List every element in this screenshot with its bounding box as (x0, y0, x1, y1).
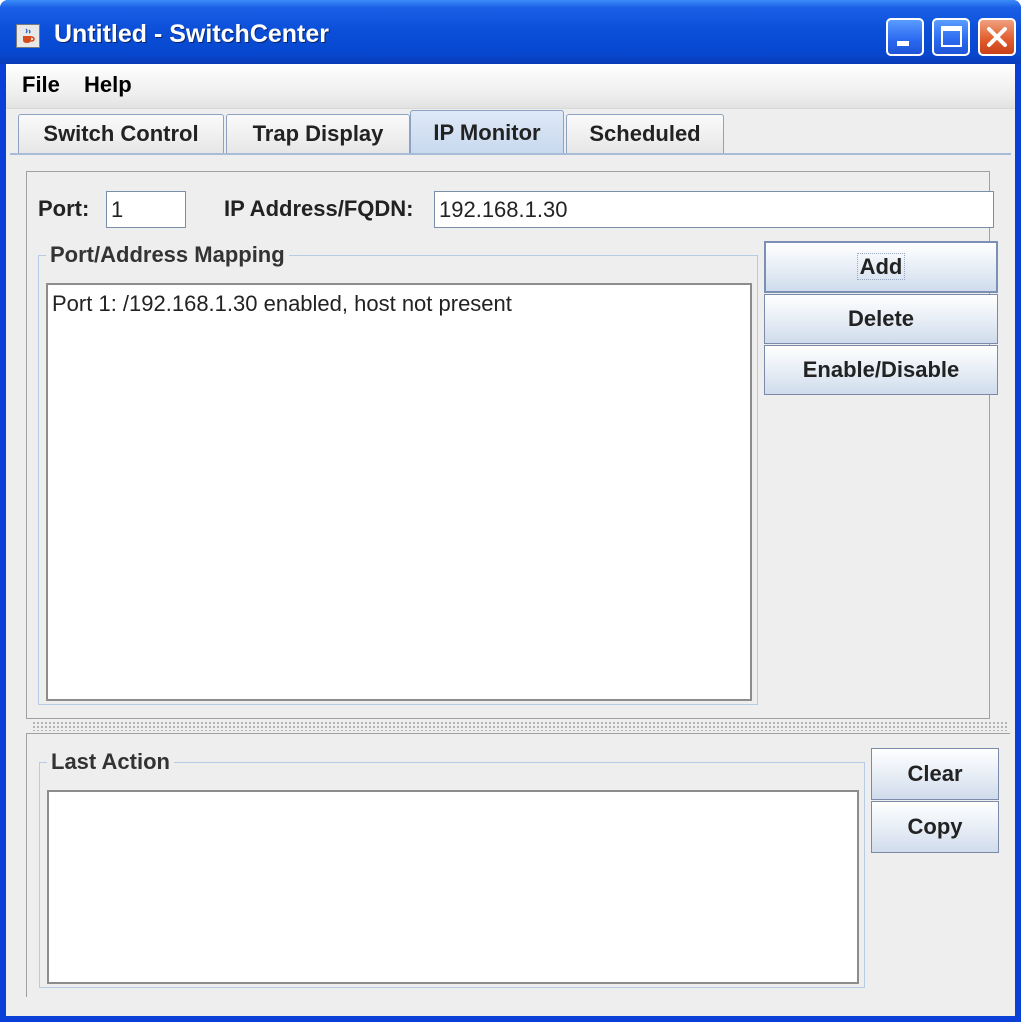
tab-scheduled[interactable]: Scheduled (566, 114, 724, 154)
java-cup-icon[interactable] (16, 24, 40, 48)
add-button-label: Add (856, 253, 906, 280)
delete-button[interactable]: Delete (764, 294, 998, 344)
app-window: Untitled - SwitchCenter File Help Switch… (0, 0, 1021, 1022)
window-title: Untitled - SwitchCenter (54, 20, 330, 48)
menu-file[interactable]: File (18, 72, 64, 98)
ip-address-label: IP Address/FQDN: (224, 196, 414, 221)
port-address-mapping-list[interactable]: Port 1: /192.168.1.30 enabled, host not … (46, 283, 752, 701)
menu-bar: File Help (6, 64, 1015, 109)
minimize-button[interactable] (886, 18, 924, 56)
port-field[interactable]: 1 (106, 191, 186, 228)
mapping-section: Port: 1 IP Address/FQDN: 192.168.1.30 Po… (26, 171, 1012, 719)
minimize-icon (897, 41, 909, 46)
clear-button[interactable]: Clear (871, 748, 999, 800)
port-label: Port: (38, 196, 90, 221)
close-icon (987, 27, 1007, 47)
tab-trap-display[interactable]: Trap Display (226, 114, 410, 154)
maximize-button[interactable] (932, 18, 970, 56)
list-item[interactable]: Port 1: /192.168.1.30 enabled, host not … (52, 291, 512, 317)
last-action-section: Last Action Clear Copy (26, 733, 1010, 997)
copy-button[interactable]: Copy (871, 801, 999, 853)
add-button[interactable]: Add (764, 241, 998, 293)
ip-monitor-panel: Port: 1 IP Address/FQDN: 192.168.1.30 Po… (10, 153, 1011, 1011)
ip-address-field[interactable]: 192.168.1.30 (434, 191, 994, 228)
menu-help[interactable]: Help (80, 72, 136, 98)
title-bar[interactable]: Untitled - SwitchCenter (0, 0, 1021, 64)
enable-disable-button[interactable]: Enable/Disable (764, 345, 998, 395)
split-pane-divider[interactable] (32, 721, 1008, 731)
port-address-mapping-title: Port/Address Mapping (46, 242, 289, 268)
client-area: File Help Switch Control Trap Display IP… (6, 64, 1015, 1016)
tab-switch-control[interactable]: Switch Control (18, 114, 224, 154)
maximize-icon (941, 26, 962, 47)
last-action-title: Last Action (47, 749, 174, 775)
tab-ip-monitor[interactable]: IP Monitor (410, 110, 564, 155)
last-action-text-area[interactable] (47, 790, 859, 984)
close-button[interactable] (978, 18, 1016, 56)
